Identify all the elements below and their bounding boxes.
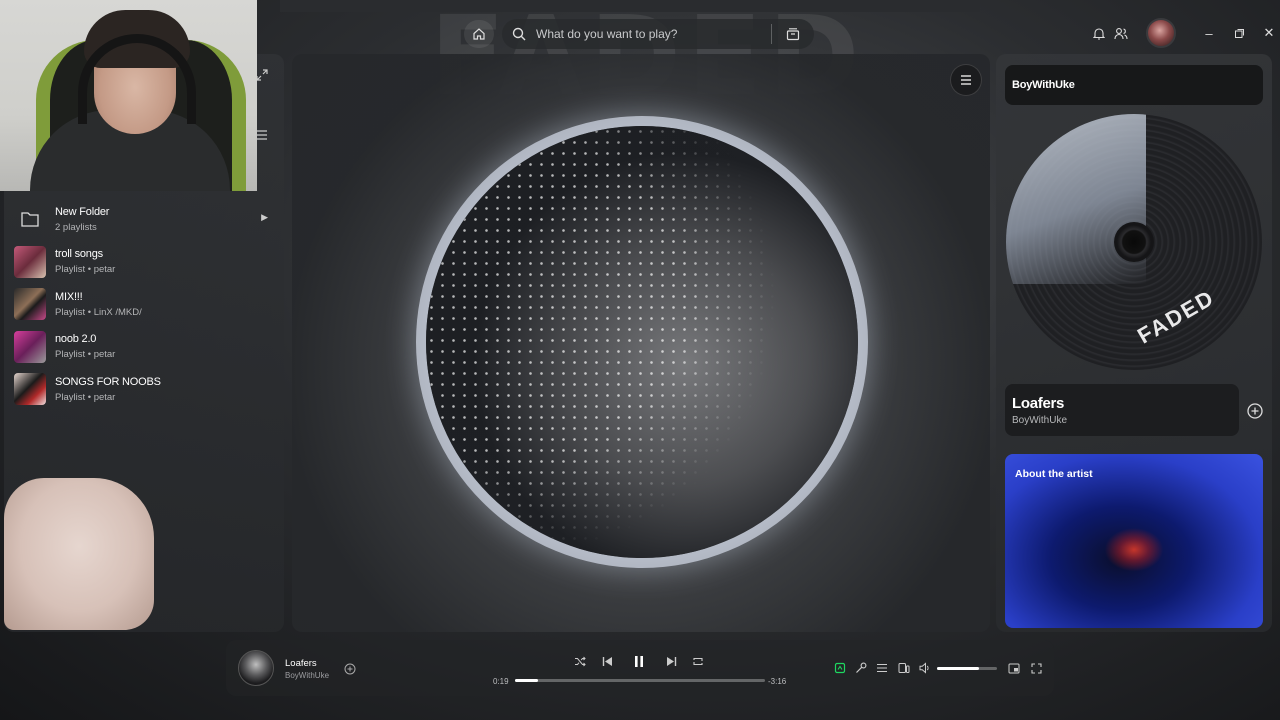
library-item-new-folder[interactable]: New Folder 2 playlists ▶ [14, 198, 272, 241]
library-item-title: MIX!!! [55, 290, 83, 303]
hand-overlay [4, 478, 154, 630]
volume-icon[interactable] [918, 661, 932, 675]
friends-icon[interactable] [1110, 17, 1132, 49]
plus-circle-icon[interactable] [1246, 402, 1264, 420]
library-item-subtitle: Playlist • petar [55, 264, 116, 276]
library-item-title: SONGS FOR NOOBS [55, 375, 161, 388]
previous-icon[interactable] [598, 652, 616, 670]
library-item-subtitle: 2 playlists [55, 221, 97, 233]
library-item-mix[interactable]: MIX!!! Playlist • LinX /MKD/ [14, 283, 272, 326]
search-bar[interactable]: What do you want to play? [502, 19, 814, 49]
close-icon[interactable]: ✕ [1254, 17, 1280, 49]
elapsed-time: 0:19 [493, 677, 509, 686]
next-icon[interactable] [662, 652, 680, 670]
menu-icon [961, 75, 971, 85]
library-item-title: troll songs [55, 248, 103, 261]
folder-icon [14, 203, 46, 235]
library-item-songs-for-noobs[interactable]: SONGS FOR NOOBS Playlist • petar [14, 368, 272, 411]
pause-icon[interactable] [630, 652, 648, 670]
progress-bar[interactable] [515, 679, 765, 682]
shuffle-icon[interactable] [571, 652, 589, 670]
volume-slider[interactable] [937, 667, 997, 670]
library-item-subtitle: Playlist • petar [55, 349, 116, 361]
library-item-title: noob 2.0 [55, 333, 97, 346]
menu-button[interactable] [950, 64, 982, 96]
plus-circle-icon[interactable] [344, 662, 356, 675]
home-button[interactable] [464, 20, 494, 48]
playlist-cover [14, 373, 46, 406]
browse-button[interactable] [780, 23, 806, 45]
audio-visualizer [426, 126, 858, 558]
album-vinyl: FADED [1006, 114, 1262, 370]
maximize-icon[interactable] [1224, 17, 1254, 49]
library-item-title: New Folder [55, 205, 110, 218]
minimize-icon[interactable]: – [1194, 17, 1224, 49]
volume-fill [937, 667, 979, 670]
track-info-card: Loafers BoyWithUke [1005, 384, 1239, 436]
playlist-cover [14, 245, 46, 278]
queue-icon[interactable] [875, 661, 889, 675]
library-list: New Folder 2 playlists ▶ troll songs Pla… [14, 198, 272, 411]
list-icon[interactable] [256, 128, 268, 146]
playlist-cover [14, 330, 46, 363]
remaining-time: -3:16 [768, 677, 787, 686]
app-window: FADED New Folder 2 playlists ▶ troll son… [0, 0, 1280, 720]
library-item-noob-2[interactable]: noob 2.0 Playlist • petar [14, 326, 272, 369]
top-right-controls: – ✕ [1088, 17, 1280, 49]
library-item-subtitle: Playlist • LinX /MKD/ [55, 306, 142, 318]
expand-icon[interactable] [256, 68, 268, 86]
playlist-cover [14, 288, 46, 321]
now-playing-cover[interactable] [238, 650, 274, 686]
vinyl-center [1114, 222, 1154, 262]
about-artist-card[interactable]: About the artist [1005, 454, 1263, 628]
repeat-icon[interactable] [689, 652, 707, 670]
track-artist[interactable]: BoyWithUke [1012, 415, 1232, 426]
album-art-text: FADED [1133, 284, 1219, 349]
now-playing-header: BoyWithUke [1005, 65, 1263, 105]
search-icon [512, 27, 526, 41]
about-artist-title: About the artist [1015, 468, 1093, 480]
connect-device-icon[interactable] [897, 661, 911, 675]
track-title[interactable]: Loafers [1012, 395, 1232, 412]
browse-icon [786, 28, 800, 41]
lyrics-icon[interactable] [854, 661, 868, 675]
progress-fill [515, 679, 538, 682]
fullscreen-icon[interactable] [1029, 661, 1043, 675]
webcam-overlay [0, 0, 257, 191]
user-avatar[interactable] [1146, 18, 1176, 48]
library-item-troll-songs[interactable]: troll songs Playlist • petar [14, 241, 272, 284]
library-item-subtitle: Playlist • petar [55, 391, 116, 403]
now-playing-artist-header[interactable]: BoyWithUke [1012, 79, 1075, 91]
search-divider [771, 24, 772, 44]
bell-icon[interactable] [1088, 17, 1110, 49]
search-input[interactable]: What do you want to play? [536, 27, 771, 41]
now-playing-view-icon[interactable] [833, 661, 847, 675]
now-playing-artist[interactable]: BoyWithUke [285, 671, 329, 680]
miniplayer-icon[interactable] [1007, 661, 1021, 675]
now-playing-title[interactable]: Loafers [285, 658, 317, 669]
home-icon [473, 28, 485, 40]
chevron-right-icon[interactable]: ▶ [261, 212, 268, 223]
